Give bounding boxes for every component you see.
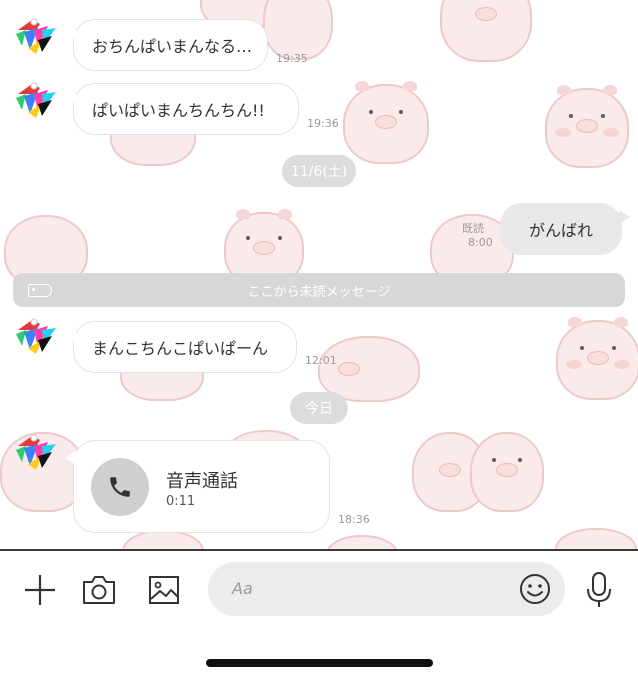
date-separator: 11/6(土): [282, 155, 356, 187]
voice-call-bubble[interactable]: 音声通話 0:11: [65, 440, 330, 533]
avatar[interactable]: [12, 316, 60, 356]
add-button[interactable]: [22, 572, 58, 608]
message-bubble[interactable]: ぱいぱいまんちんちん!!: [65, 83, 299, 135]
gallery-button[interactable]: [146, 572, 182, 608]
smiley-icon: [520, 574, 550, 604]
message-input-placeholder: Aa: [232, 579, 253, 598]
unread-divider: ここから未読メッセージ: [13, 273, 625, 307]
outgoing-message-bubble[interactable]: がんばれ: [500, 203, 630, 255]
pig-decoration: [470, 432, 544, 512]
chat-area[interactable]: おちんぱいまんなる… 19:35 ぱいぱいまんちんちん!! 19:36 11/6…: [0, 0, 638, 549]
phone-icon: [91, 458, 149, 516]
message-time: 19:35: [276, 52, 308, 65]
pig-decoration: [440, 0, 532, 62]
message-time: 12:01: [305, 354, 337, 367]
pig-decoration: [325, 535, 399, 549]
message-time: 8:00: [468, 236, 493, 249]
pig-decoration: [343, 81, 429, 164]
message-text: ぱいぱいまんちんちん!!: [92, 101, 265, 120]
plus-icon: [25, 575, 55, 605]
microphone-button[interactable]: [582, 570, 616, 610]
message-text: がんばれ: [528, 221, 593, 240]
message-bubble[interactable]: おちんぱいまんなる…: [65, 19, 268, 71]
message-input[interactable]: Aa: [208, 562, 565, 616]
message-time: 18:36: [338, 513, 370, 526]
avatar[interactable]: [12, 80, 60, 120]
reindeer-avatar-icon: [16, 318, 56, 354]
pig-decoration: [556, 317, 638, 400]
camera-icon: [83, 576, 115, 604]
call-duration: 0:11: [166, 494, 196, 509]
message-time: 19:36: [307, 117, 339, 130]
image-icon: [149, 576, 179, 604]
pig-decoration: [263, 0, 333, 60]
reindeer-avatar-icon: [16, 82, 56, 118]
read-status: 既読: [462, 222, 484, 235]
tag-icon: [28, 284, 52, 297]
camera-button[interactable]: [80, 572, 118, 608]
date-separator-today: 今日: [290, 392, 348, 424]
avatar[interactable]: [12, 16, 60, 56]
message-bubble[interactable]: まんこちんこぱいぱーん: [65, 321, 297, 373]
microphone-icon: [587, 572, 611, 607]
avatar[interactable]: [12, 432, 60, 472]
reindeer-avatar-icon: [16, 434, 56, 470]
pig-decoration: [555, 528, 637, 549]
pig-decoration: [545, 85, 629, 168]
call-title: 音声通話: [166, 471, 238, 492]
message-text: まんこちんこぱいぱーん: [92, 339, 269, 358]
unread-label: ここから未読メッセージ: [247, 284, 391, 300]
reindeer-avatar-icon: [16, 18, 56, 54]
home-indicator[interactable]: [206, 659, 433, 667]
emoji-button[interactable]: [518, 572, 552, 606]
message-text: おちんぱいまんなる…: [92, 37, 253, 56]
